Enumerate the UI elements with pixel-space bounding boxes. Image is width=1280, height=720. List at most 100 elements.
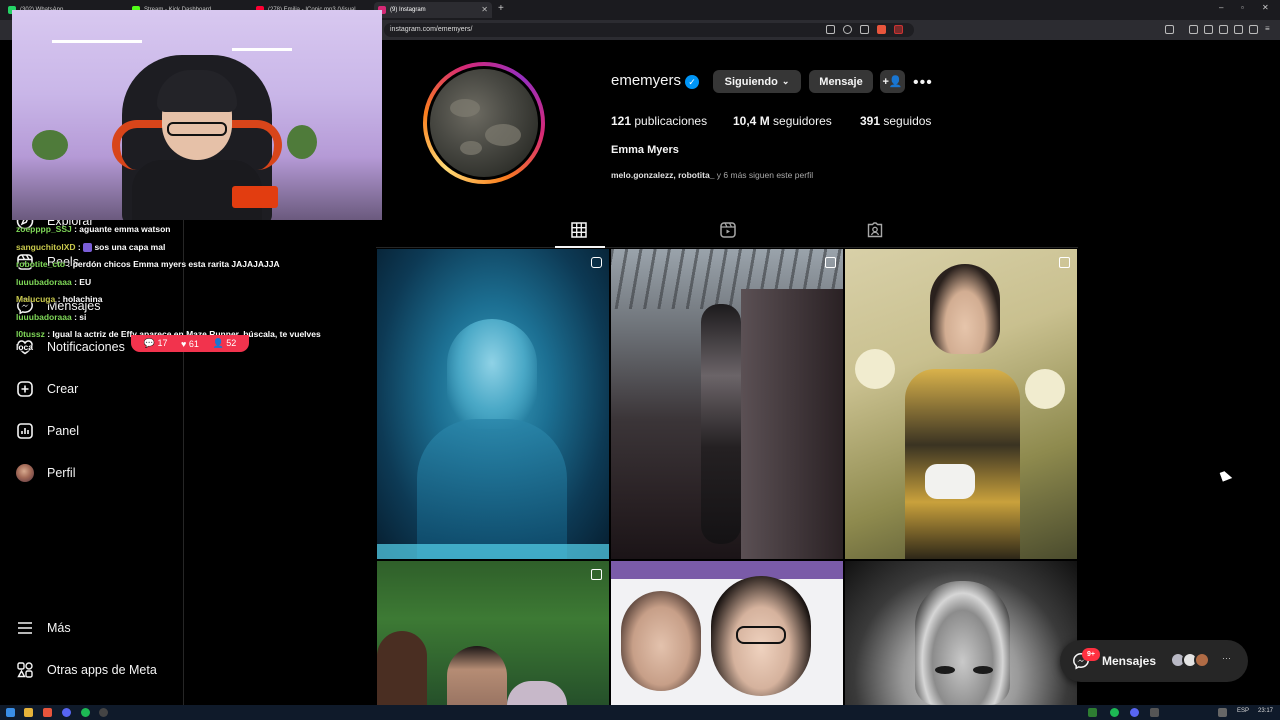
followers-label: seguidores <box>773 114 832 128</box>
chat-message: luuubadoraaa : si <box>16 311 87 322</box>
posts-label: publicaciones <box>634 114 708 128</box>
post-tile[interactable] <box>845 561 1077 705</box>
profile-avatar[interactable] <box>423 62 545 184</box>
stream-stats-pill: 💬 17 ♥ 61 👤 52 <box>131 335 249 352</box>
sidebar-item-label: Panel <box>47 424 79 438</box>
followed-by-suffix: y 6 más siguen este perfil <box>714 170 814 180</box>
chat-message: luuubadoraaa : EU <box>16 276 92 287</box>
followers-stat[interactable]: 10,4 M seguidores <box>733 114 860 128</box>
sidebar-item-perfil[interactable]: Perfil <box>16 460 75 486</box>
tabs-divider <box>376 247 1078 248</box>
tray-app-icon[interactable] <box>1150 708 1159 717</box>
posts-count: 121 <box>611 114 632 128</box>
chat-username: luuubadoraaa <box>16 311 72 322</box>
menu-icon <box>16 619 34 637</box>
avatar-detail <box>485 124 521 146</box>
sidebar-icon[interactable] <box>1165 25 1174 34</box>
chat-message: robotite_cto : perdón chicos Emma myers … <box>16 259 280 269</box>
following-button[interactable]: Siguiendo ⌄ <box>713 70 801 93</box>
brave-icon[interactable] <box>43 708 52 717</box>
photo-glasses <box>736 626 786 644</box>
photo-eye <box>973 666 993 674</box>
sidebar-item-crear[interactable]: Crear <box>16 376 78 402</box>
plus-square-icon <box>16 380 34 398</box>
photo-eye <box>935 666 955 674</box>
tray-discord-icon[interactable] <box>1130 708 1139 717</box>
more-options-icon[interactable]: ••• <box>913 74 933 92</box>
following-label: Siguiendo <box>724 75 778 88</box>
sidebar-item-otras-apps[interactable]: Otras apps de Meta <box>16 657 157 683</box>
new-tab-button[interactable]: + <box>498 3 504 14</box>
suggest-user-button[interactable]: +👤 <box>880 70 905 93</box>
post-tile[interactable] <box>845 249 1077 559</box>
tab-posts-grid-icon[interactable] <box>571 222 589 240</box>
chat-username: robotite_cto <box>16 259 66 269</box>
plant <box>32 130 68 160</box>
close-window-button[interactable]: ✕ <box>1262 3 1269 12</box>
tray-app-icon[interactable] <box>1088 708 1097 717</box>
emote-icon <box>83 242 93 252</box>
reading-list-icon[interactable] <box>1204 25 1213 34</box>
shelf <box>232 48 292 51</box>
post-tile[interactable] <box>377 561 609 705</box>
post-tile[interactable] <box>611 249 843 559</box>
message-button[interactable]: Mensaje <box>809 70 873 93</box>
minimize-button[interactable]: – <box>1219 3 1223 12</box>
carousel-icon <box>1059 257 1070 268</box>
chart-icon <box>16 422 34 440</box>
photo-subject <box>507 681 567 705</box>
media-icon[interactable] <box>1189 25 1198 34</box>
language-indicator[interactable]: ESP <box>1237 708 1249 714</box>
followers-count: 10,4 M <box>733 114 770 128</box>
sidebar-item-panel[interactable]: Panel <box>16 418 79 444</box>
cast-icon[interactable] <box>826 25 835 34</box>
photo-cat-bag <box>925 464 975 499</box>
zoom-icon[interactable] <box>843 25 852 34</box>
close-tab-icon[interactable]: ✕ <box>481 2 488 18</box>
vpn-icon[interactable] <box>1249 25 1258 34</box>
start-icon[interactable] <box>6 708 15 717</box>
avatar-border <box>427 66 541 180</box>
comments-stat: 💬 17 <box>143 338 168 348</box>
photo-sky <box>611 561 843 579</box>
sidebar-item-mas[interactable]: Más <box>16 615 71 641</box>
chat-username: l0tussz <box>16 329 45 339</box>
spotify-icon[interactable] <box>81 708 90 717</box>
chat-username: sanguchitolXD <box>16 241 76 252</box>
tab-reels-icon[interactable] <box>720 222 738 240</box>
wallet-icon[interactable] <box>1234 25 1243 34</box>
followed-by-text[interactable]: melo.gonzalezz, robotita_ y 6 más siguen… <box>611 170 813 180</box>
file-explorer-icon[interactable] <box>24 708 33 717</box>
brave-shield-icon[interactable] <box>877 25 886 34</box>
avatar <box>1194 652 1210 668</box>
chat-text: si <box>79 311 87 322</box>
likes-count: 61 <box>188 338 199 349</box>
carousel-icon <box>591 569 602 580</box>
following-stat[interactable]: 391 seguidos <box>860 114 931 128</box>
brave-rewards-icon[interactable] <box>894 25 903 34</box>
browser-menu-icon[interactable]: ≡ <box>1265 25 1274 34</box>
mouse-cursor-icon <box>1219 469 1233 482</box>
volume-icon[interactable] <box>1218 708 1227 717</box>
chat-username: luuubadoraaa <box>16 276 72 287</box>
tray-spotify-icon[interactable] <box>1110 708 1119 717</box>
chat-text: loca <box>16 342 34 352</box>
tab-instagram[interactable]: (9) Instagram ✕ <box>374 2 492 18</box>
shelf <box>52 40 142 43</box>
glasses <box>167 122 227 136</box>
clock[interactable]: 23:17 <box>1258 708 1273 714</box>
messages-pill[interactable]: Mensajes ··· <box>1060 640 1248 682</box>
discord-icon[interactable] <box>62 708 71 717</box>
chat-message: sanguchitolXD : sos una capa mal <box>16 241 166 252</box>
photo-ferry <box>741 289 843 559</box>
verified-badge-icon: ✓ <box>685 75 699 89</box>
post-tile[interactable] <box>377 249 609 559</box>
extensions-icon[interactable] <box>1219 25 1228 34</box>
tab-tagged-icon[interactable] <box>867 222 885 240</box>
post-tile[interactable] <box>611 561 843 705</box>
maximize-button[interactable]: ▫ <box>1241 3 1244 12</box>
share-icon[interactable] <box>860 25 869 34</box>
obs-icon[interactable] <box>99 708 108 717</box>
following-label-text: seguidos <box>883 114 932 128</box>
sidebar-item-label: Otras apps de Meta <box>47 663 157 677</box>
